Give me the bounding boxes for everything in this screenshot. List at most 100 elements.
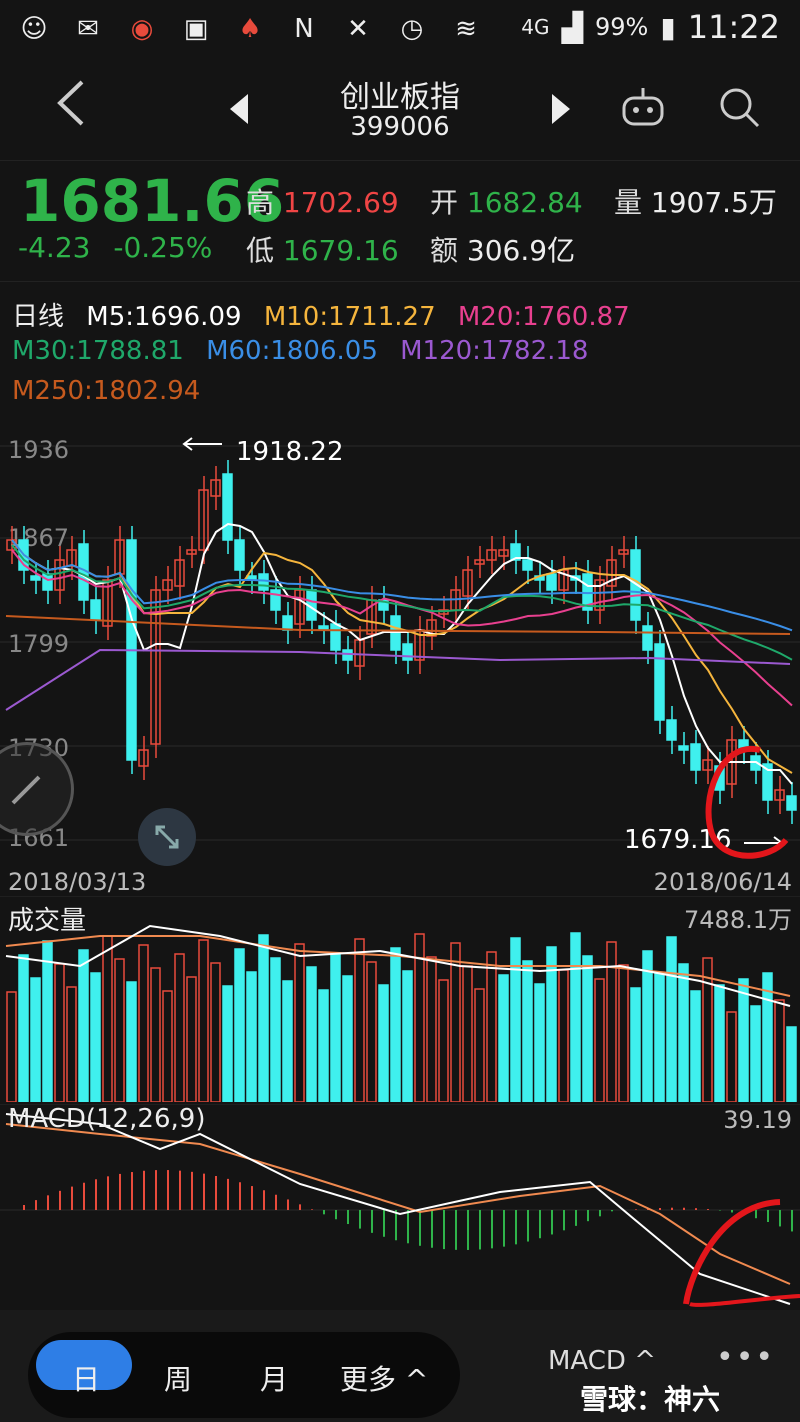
volume-bar [102,935,113,1102]
volume-bar [702,957,713,1102]
clock: 11:22 [687,8,780,46]
volume-bar [30,977,41,1102]
volume-title: 成交量 [8,906,87,936]
page-title: 创业板指 [340,80,460,115]
back-button[interactable] [52,78,88,138]
volume-bar [678,963,689,1102]
battery-percent: 99% [595,13,649,41]
candle-body [222,473,233,541]
volume-bar [474,988,485,1102]
volume-bar [570,932,581,1102]
volume-bar [402,970,413,1102]
y-tick-1936: 1936 [8,436,69,464]
open-value: 1682.84 [466,186,583,219]
volume-bar [618,964,629,1102]
next-stock-button[interactable] [550,90,572,136]
y-tick-1799: 1799 [8,630,69,658]
open-row: 开 1682.84 [430,181,583,221]
watermark: 雪球：神六 [580,1383,721,1416]
alarm-icon: ◷ [400,14,424,44]
volume-row: 量 1907.5万 [614,181,777,221]
candle-body [330,623,341,651]
candle-body [690,743,701,771]
volume-bar [54,963,65,1102]
volume-bar [390,947,401,1102]
volume-bar [438,979,449,1102]
volume-bar [126,981,137,1102]
volume-bar [366,961,377,1102]
tab-more[interactable]: 更多 ^ [340,1358,428,1398]
change-value: -4.23 [18,231,91,264]
volume-bars [6,932,797,1102]
macd-max: 39.19 [723,1106,792,1134]
volume-bar [726,1011,737,1102]
ma5-value: M5:1696.09 [86,302,242,332]
ma60-value: M60:1806.05 [206,336,378,366]
ma30-value: M30:1788.81 [12,336,184,366]
volume-value: 1907.5万 [650,186,777,219]
stock-code: 399006 [350,112,450,142]
quote-panel: 1681.66 -4.23 -0.25% 高 1702.69 开 1682.84… [0,160,800,282]
volume-bar [654,973,665,1102]
ma-legend-row-2: M30:1788.81 M60:1806.05 M120:1782.18 [12,336,588,366]
high-value: 1702.69 [282,186,399,219]
candle-body [642,625,653,651]
volume-bar [582,955,593,1102]
candle-body [666,719,677,741]
volume-bar [486,951,497,1102]
macd-dea-line [5,1123,791,1285]
volume-bar [246,971,257,1102]
wechat-icon: ◉ [130,14,154,44]
chat-icon: ☺ [20,14,48,44]
ma20-value: M20:1760.87 [457,302,630,332]
volume-bar [18,954,29,1102]
nav-bar: 创业板指 399006 [0,58,800,158]
tab-day[interactable]: 日 [72,1358,100,1398]
volume-bar [258,934,269,1102]
tab-week[interactable]: 周 [164,1358,192,1398]
tab-month[interactable]: 月 [260,1358,288,1398]
volume-bar [522,960,533,1102]
volume-bar [426,956,437,1102]
prev-stock-button[interactable] [228,90,250,136]
volume-bar [510,937,521,1102]
change-percent: -0.25% [113,231,213,264]
volume-bar [690,990,701,1102]
mail-icon: ✉ [77,14,99,44]
candle-body [402,643,413,661]
volume-bar [222,985,233,1102]
robot-icon [622,88,664,126]
expand-icon [155,825,179,849]
robot-button[interactable] [620,84,666,140]
triangle-left-icon [230,94,248,124]
volume-bar [714,984,725,1102]
volume-bar [630,987,641,1102]
volume-chart[interactable] [0,896,800,1102]
candle-body [522,559,533,571]
search-button[interactable] [716,84,762,140]
signal-icon: ▟ [561,10,584,44]
low-value: 1679.16 [282,234,399,267]
kline-chart[interactable]: 1936 1867 1799 1730 1661 1918.22 1679.16 [0,420,800,866]
network-type: 4G [521,15,550,39]
battery-icon: ▮ [660,10,676,44]
start-date: 2018/03/13 [8,868,147,896]
annotation-curve-2 [689,1294,800,1307]
volume-bar [150,967,161,1102]
volume-bar [774,999,785,1102]
volume-bar [738,978,749,1102]
more-menu-button[interactable]: ••• [716,1340,775,1375]
volume-bar [138,944,149,1102]
volume-bar [450,942,461,1102]
volume-bar [282,980,293,1102]
volume-bar [330,952,341,1102]
volume-bar [498,974,509,1102]
gallery-icon: ▣ [183,14,209,44]
candle-body [282,615,293,631]
ma-legend-row-3: M250:1802.94 [12,376,200,406]
low-label: 低 [246,234,275,267]
macd-chart[interactable] [0,1104,800,1310]
fullscreen-button[interactable] [138,808,196,866]
candle-body [42,573,53,591]
indicator-selector[interactable]: MACD ^ [548,1346,656,1376]
